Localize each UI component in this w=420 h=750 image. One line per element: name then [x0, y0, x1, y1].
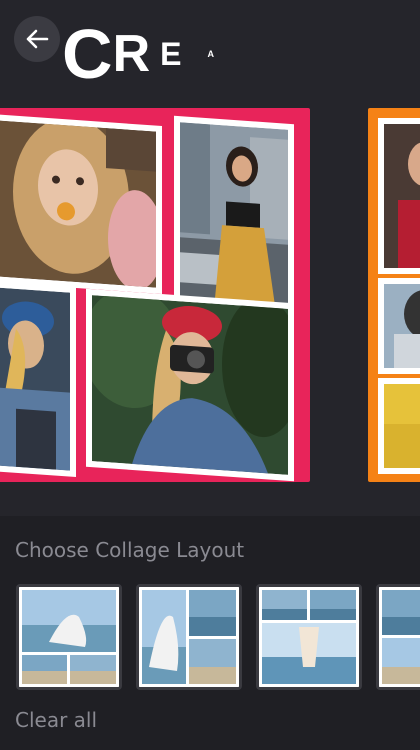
arrow-left-icon — [26, 29, 49, 49]
collage-screen: CR E A Choose Collage Layout Clear all — [0, 0, 420, 750]
collage-cell[interactable] — [378, 378, 420, 474]
title-letter-e: E — [160, 36, 182, 72]
layout-option-2[interactable] — [136, 584, 242, 690]
layout-2-preview — [139, 587, 239, 687]
back-button[interactable] — [14, 16, 60, 62]
collage-cell[interactable] — [0, 280, 76, 478]
woman-city-street-photo — [180, 122, 288, 314]
layout-option-3[interactable] — [256, 584, 362, 690]
layout-3-preview — [259, 587, 359, 687]
title-letter-c: C — [62, 15, 113, 93]
collage-cell[interactable] — [378, 118, 420, 274]
title-letter-a: A — [207, 49, 214, 59]
collage-card-selected[interactable] — [0, 108, 310, 482]
layout-option-1[interactable] — [16, 584, 122, 690]
partial-photo — [384, 284, 420, 368]
woman-with-flower-photo — [0, 120, 156, 288]
layout-option-4[interactable] — [376, 584, 420, 690]
layout-1-preview — [19, 587, 119, 687]
collage-cell[interactable] — [378, 278, 420, 374]
yellow-wall-photo — [384, 384, 420, 468]
clear-all-button[interactable]: Clear all — [15, 708, 97, 732]
collage-card-next[interactable] — [368, 108, 420, 482]
woman-blue-jacket-photo — [0, 287, 70, 471]
woman-camera-red-beanie-photo — [92, 295, 288, 475]
panel-title: Choose Collage Layout — [15, 538, 245, 562]
title-letter-r: R — [112, 25, 151, 83]
collage-cell[interactable] — [174, 115, 294, 321]
collage-cell[interactable] — [86, 288, 294, 482]
page-title: CR E A — [62, 14, 214, 94]
layout-4-preview — [379, 587, 420, 687]
collage-cell[interactable] — [0, 113, 162, 295]
woman-red-top-photo — [384, 124, 420, 268]
